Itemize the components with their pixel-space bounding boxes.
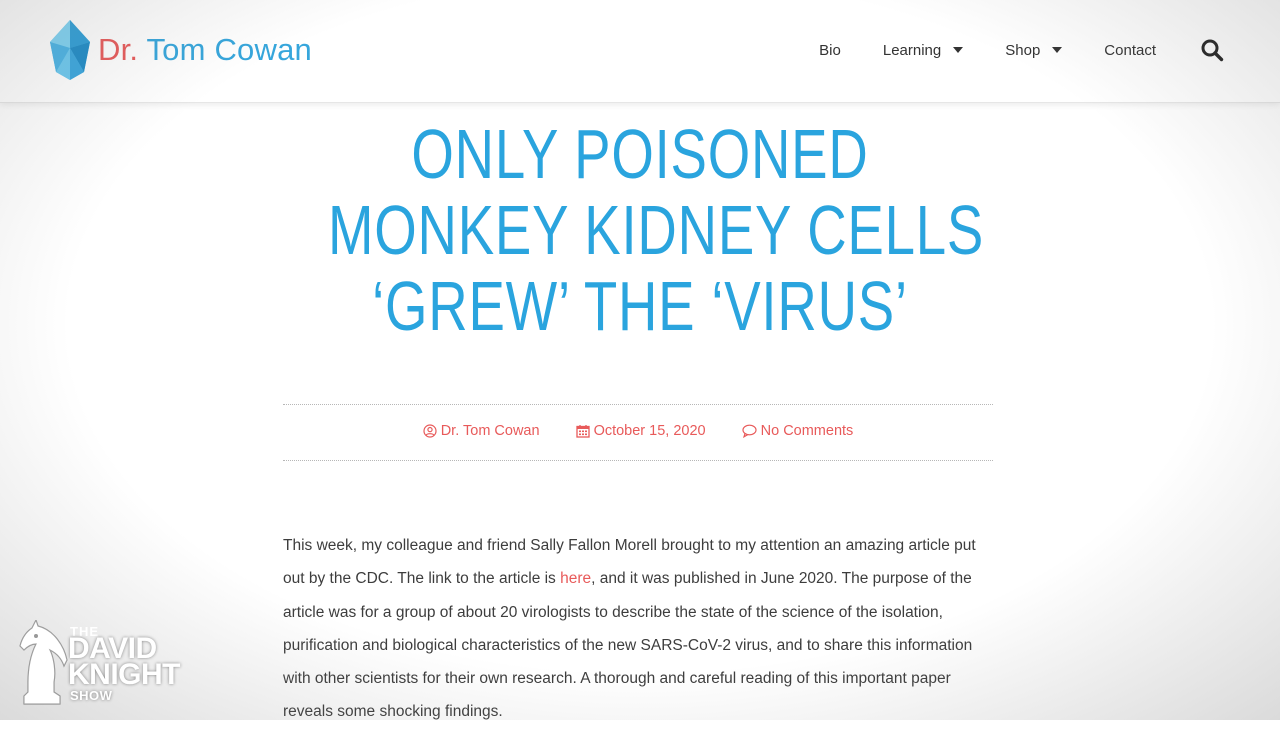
- nav-label: Learning: [882, 41, 942, 59]
- site-header: Dr. Tom Cowan Bio Learning Shop Contact: [0, 0, 1280, 103]
- article-link-here[interactable]: here: [560, 570, 591, 587]
- logo-name-text: Tom Cowan: [146, 32, 312, 67]
- post-author-link[interactable]: Dr. Tom Cowan: [423, 423, 540, 439]
- calendar-icon: [575, 425, 590, 438]
- post-meta-bar: Dr. Tom Cowan October 15, 2020 No Commen…: [283, 404, 993, 461]
- show-watermark: THE DAVID KNIGHT SHOW: [14, 620, 204, 710]
- post-comments: No Comments: [760, 423, 854, 439]
- article-body: This week, my colleague and friend Sally…: [283, 529, 993, 729]
- logo-text: Dr. Tom Cowan: [98, 32, 312, 68]
- post-comments-link[interactable]: No Comments: [742, 423, 854, 439]
- chess-knight-icon: [19, 620, 68, 705]
- post-author: Dr. Tom Cowan: [440, 423, 540, 439]
- user-circle-icon: [423, 424, 437, 438]
- title-line: MONKEY KIDNEY CELLS: [328, 191, 985, 269]
- title-line: ‘GREW’ THE ‘VIRUS’: [372, 267, 908, 345]
- nav-item-bio[interactable]: Bio: [819, 42, 841, 59]
- post-date-link[interactable]: October 15, 2020: [575, 423, 706, 439]
- nav-item-contact[interactable]: Contact: [1104, 42, 1156, 59]
- watermark-show: SHOW: [70, 688, 113, 703]
- article-paragraph: This week, my colleague and friend Sally…: [283, 529, 993, 729]
- comment-icon: [742, 424, 757, 438]
- crystal-logo-icon: [50, 20, 90, 80]
- article-text: , and it was published in June 2020. The…: [283, 570, 973, 721]
- search-button[interactable]: [1200, 38, 1224, 62]
- article-title: ONLY POISONED MONKEY KIDNEY CELLS ‘GREW’…: [328, 115, 985, 345]
- nav-item-learning[interactable]: Learning: [882, 41, 964, 59]
- site-logo[interactable]: Dr. Tom Cowan: [48, 18, 312, 82]
- nav-label: Contact: [1104, 41, 1156, 59]
- nav-item-shop[interactable]: Shop: [1005, 41, 1063, 59]
- chevron-down-icon: [1052, 47, 1063, 53]
- search-icon: [1201, 39, 1224, 62]
- watermark-knight: KNIGHT: [68, 658, 181, 691]
- post-date: October 15, 2020: [593, 423, 706, 439]
- nav-label: Bio: [819, 41, 841, 59]
- main-nav: Bio Learning Shop Contact: [777, 0, 1224, 100]
- chevron-down-icon: [953, 47, 964, 53]
- nav-label: Shop: [1005, 41, 1041, 59]
- logo-dr-text: Dr.: [98, 32, 139, 67]
- title-line: ONLY POISONED: [411, 115, 869, 193]
